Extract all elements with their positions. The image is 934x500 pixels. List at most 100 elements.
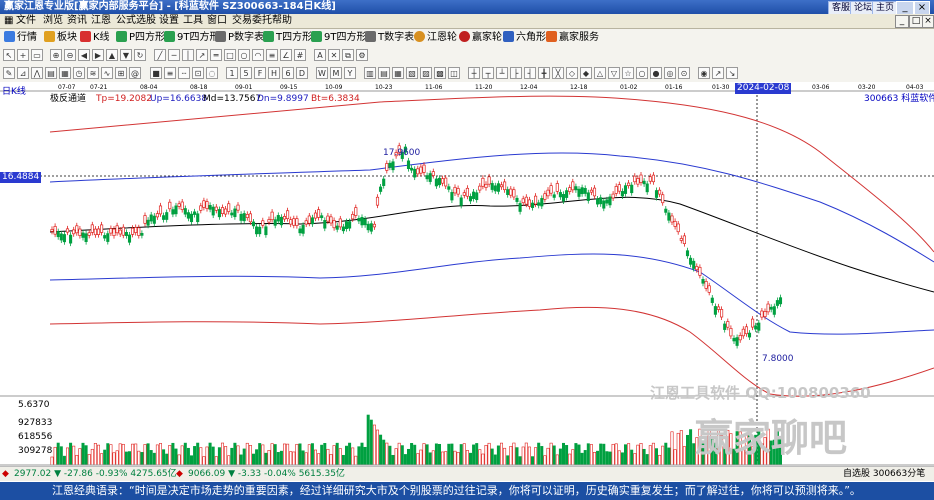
menu-gann[interactable]: 江恩 (91, 14, 111, 28)
channel-tool-icon[interactable]: ═ (210, 49, 222, 61)
mdi-close-icon[interactable]: × (922, 15, 934, 28)
square-9-icon[interactable]: ⊞ (115, 67, 127, 79)
zoom-icon[interactable]: + (17, 49, 29, 61)
tool-p-square[interactable]: P四方形 (116, 30, 165, 45)
zoom-out-icon[interactable]: ⊖ (64, 49, 76, 61)
price-cycle-icon[interactable]: ≋ (87, 67, 99, 79)
menu-tools[interactable]: 工具 (183, 14, 203, 28)
tick-detail-button[interactable]: 自选股 300663分笔 (843, 467, 925, 481)
trend-down-icon[interactable]: ↘ (726, 67, 738, 79)
wave-icon[interactable]: ∿ (101, 67, 113, 79)
tool-sectors[interactable]: 板块 (44, 30, 77, 45)
period-15m-icon[interactable]: F (254, 67, 266, 79)
brand-icon[interactable]: ◉ (698, 67, 710, 79)
indicator-5-icon[interactable]: ┤ (524, 67, 536, 79)
indicator-9-icon[interactable]: ◆ (580, 67, 592, 79)
delete-tool-icon[interactable]: ✕ (328, 49, 340, 61)
period-5m-icon[interactable]: 5 (240, 67, 252, 79)
tool-gann-wheel[interactable]: 江恩轮 (414, 30, 457, 45)
tool-kline[interactable]: K线 (80, 30, 110, 45)
select-icon[interactable]: ▭ (31, 49, 43, 61)
tool-hexagon[interactable]: 六角形 (503, 30, 546, 45)
color-icon[interactable]: ■ (150, 67, 162, 79)
tool-service[interactable]: 赢家服务 (546, 30, 599, 45)
text-tool-icon[interactable]: A (314, 49, 326, 61)
copy-tool-icon[interactable]: ⧉ (342, 49, 354, 61)
settings-tool-icon[interactable]: ⚙ (356, 49, 368, 61)
measure-icon[interactable]: ⊿ (17, 67, 29, 79)
layout-5-icon[interactable]: ▨ (420, 67, 432, 79)
box-tool-icon[interactable]: □ (224, 49, 236, 61)
tool-9t-square[interactable]: 9T四方形 (164, 30, 219, 45)
kline-chart[interactable]: 07-07 07-21 08-04 08-18 09-01 09-15 10-09 10-23… (0, 82, 934, 484)
grid-tool-icon[interactable]: # (294, 49, 306, 61)
arrow-right-icon[interactable]: ▶ (92, 49, 104, 61)
ray-tool-icon[interactable]: ↗ (196, 49, 208, 61)
indicator-12-icon[interactable]: ☆ (622, 67, 634, 79)
indicator-16-icon[interactable]: ⊙ (678, 67, 690, 79)
indicator-11-icon[interactable]: ▽ (608, 67, 620, 79)
zoom-in-icon[interactable]: ⊕ (50, 49, 62, 61)
menu-trade[interactable]: 交易委托 (232, 14, 272, 28)
menu-formula[interactable]: 公式选股 (116, 14, 156, 28)
layout-6-icon[interactable]: ▩ (434, 67, 446, 79)
menu-window[interactable]: 窗口 (207, 14, 227, 28)
home-button[interactable]: 主页 (872, 1, 899, 15)
indicator-10-icon[interactable]: △ (594, 67, 606, 79)
layout-2-icon[interactable]: ▤ (378, 67, 390, 79)
period-day-icon[interactable]: D (296, 67, 308, 79)
gann-box-icon[interactable]: ▤ (45, 67, 57, 79)
period-30m-icon[interactable]: H (268, 67, 280, 79)
tool-9t-square-2[interactable]: 9T四方形 (311, 30, 366, 45)
mdi-restore-icon[interactable]: □ (909, 15, 923, 28)
angle-tool-icon[interactable]: ∠ (280, 49, 292, 61)
pointer-icon[interactable]: ↖ (3, 49, 15, 61)
tool-t-table[interactable]: T数字表 (365, 30, 414, 45)
gann-fan-icon[interactable]: ⋀ (31, 67, 43, 79)
hide-icon[interactable]: ◌ (206, 67, 218, 79)
menu-browse[interactable]: 浏览 (43, 14, 63, 28)
menu-settings[interactable]: 设置 (159, 14, 179, 28)
indicator-7-icon[interactable]: ╳ (552, 67, 564, 79)
indicator-3-icon[interactable]: ┴ (496, 67, 508, 79)
indicator-6-icon[interactable]: ╋ (538, 67, 550, 79)
arrow-left-icon[interactable]: ◀ (78, 49, 90, 61)
circle-tool-icon[interactable]: ○ (238, 49, 250, 61)
tool-winner-wheel[interactable]: 赢家轮 (459, 30, 502, 45)
layout-7-icon[interactable]: ◫ (448, 67, 460, 79)
arrow-up-icon[interactable]: ▲ (106, 49, 118, 61)
indicator-13-icon[interactable]: ○ (636, 67, 648, 79)
gann-grid-icon[interactable]: ▦ (59, 67, 71, 79)
close-icon[interactable]: × (914, 1, 930, 15)
indicator-1-icon[interactable]: ┼ (468, 67, 480, 79)
tool-quotes[interactable]: 行情 (4, 30, 37, 45)
period-year-icon[interactable]: Y (344, 67, 356, 79)
layout-4-icon[interactable]: ▧ (406, 67, 418, 79)
tool-p-table[interactable]: P数字表 (215, 30, 264, 45)
vline-tool-icon[interactable]: │ (182, 49, 194, 61)
trend-up-icon[interactable]: ↗ (712, 67, 724, 79)
pen-icon[interactable]: ✎ (3, 67, 15, 79)
time-cycle-icon[interactable]: ◷ (73, 67, 85, 79)
indicator-4-icon[interactable]: ├ (510, 67, 522, 79)
indicator-14-icon[interactable]: ● (650, 67, 662, 79)
period-week-icon[interactable]: W (316, 67, 328, 79)
period-1m-icon[interactable]: 1 (226, 67, 238, 79)
indicator-8-icon[interactable]: ◇ (566, 67, 578, 79)
period-60m-icon[interactable]: 6 (282, 67, 294, 79)
hline-tool-icon[interactable]: ─ (168, 49, 180, 61)
menu-file[interactable]: 文件 (16, 14, 36, 28)
arrow-down-icon[interactable]: ▼ (120, 49, 132, 61)
fib-tool-icon[interactable]: ≡ (266, 49, 278, 61)
period-month-icon[interactable]: M (330, 67, 342, 79)
lock-icon[interactable]: ⊡ (192, 67, 204, 79)
arc-tool-icon[interactable]: ◠ (252, 49, 264, 61)
spiral-icon[interactable]: @ (129, 67, 141, 79)
indicator-15-icon[interactable]: ◎ (664, 67, 676, 79)
mdi-minimize-icon[interactable]: _ (895, 15, 909, 28)
minimize-icon[interactable]: _ (896, 1, 914, 15)
tool-t-square[interactable]: T四方形 (263, 30, 312, 45)
refresh-icon[interactable]: ↻ (134, 49, 146, 61)
layout-3-icon[interactable]: ▦ (392, 67, 404, 79)
menu-help[interactable]: 帮助 (272, 14, 292, 28)
